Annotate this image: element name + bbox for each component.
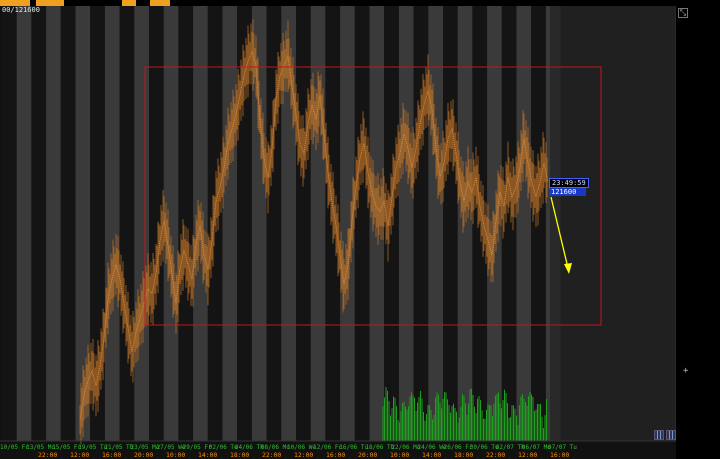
- price-axis[interactable]: [676, 0, 720, 459]
- chart-header-text: 00/121600: [2, 6, 40, 14]
- top-toolbar: [0, 0, 720, 6]
- date-label: 16/06 Tu: [339, 444, 368, 451]
- time-label: 22:00: [38, 451, 57, 459]
- time-label: 12:00: [518, 451, 537, 459]
- background-stripe: [16, 6, 32, 441]
- background-stripe: [46, 6, 61, 441]
- date-label: 23/05 Mo: [130, 444, 159, 451]
- date-label: 10/05 Fr: [0, 444, 29, 451]
- time-label: 18:00: [454, 451, 473, 459]
- time-label: 16:00: [102, 451, 121, 459]
- date-label: 26/06 Fr: [444, 444, 473, 451]
- background-stripe: [310, 6, 326, 441]
- toolbar-tab[interactable]: [36, 0, 64, 6]
- date-label: 08/06 Mo: [261, 444, 290, 451]
- time-label: 18:00: [230, 451, 249, 459]
- cursor-time-label: 23:49:59: [549, 178, 589, 188]
- background-stripe: [222, 6, 238, 441]
- cursor-price-label: 121600: [549, 188, 587, 196]
- time-label: 10:00: [166, 451, 185, 459]
- background-stripe: [398, 6, 414, 441]
- time-label: 12:00: [294, 451, 313, 459]
- background-stripe: [428, 6, 443, 441]
- background-stripe: [119, 6, 135, 441]
- date-label: 07/07 Tu: [548, 444, 577, 451]
- date-label: 22/06 Mo: [391, 444, 420, 451]
- background-stripe: [516, 6, 532, 441]
- date-label: 04/06 Th: [235, 444, 264, 451]
- background-stripe: [31, 6, 47, 441]
- background-stripe: [531, 6, 546, 441]
- resize-icon[interactable]: ⤡: [678, 8, 688, 18]
- date-label: 13/05 Mo: [26, 444, 55, 451]
- time-label: 16:00: [550, 451, 569, 459]
- background-stripe: [2, 6, 17, 441]
- background-stripe: [149, 6, 164, 441]
- background-stripe: [457, 6, 473, 441]
- time-label: 22:00: [486, 451, 505, 459]
- background-stripe: [178, 6, 194, 441]
- crosshair-icon[interactable]: +: [683, 366, 688, 376]
- background-stripe: [134, 6, 149, 441]
- time-label: 14:00: [198, 451, 217, 459]
- date-label: 21/05 Th: [104, 444, 133, 451]
- future-area: [550, 6, 676, 441]
- date-label: 30/06 Tu: [470, 444, 499, 451]
- time-label: 22:00: [262, 451, 281, 459]
- date-label: 12/06 Fr: [313, 444, 342, 451]
- date-label: 27/05 We: [157, 444, 186, 451]
- price-chart[interactable]: 1292001290001288001286001284001282001280…: [0, 0, 720, 459]
- date-label: 19/05 Tu: [78, 444, 107, 451]
- background-stripe: [60, 6, 76, 441]
- background-stripe: [296, 6, 311, 441]
- time-label: 10:00: [390, 451, 409, 459]
- time-label: 12:00: [70, 451, 89, 459]
- date-label: 06/07 Mo: [522, 444, 551, 451]
- background-stripe: [237, 6, 252, 441]
- time-label: 16:00: [326, 451, 345, 459]
- date-label: 29/05 Fr: [183, 444, 212, 451]
- toolbar-tab[interactable]: [122, 0, 136, 6]
- time-label: 20:00: [358, 451, 377, 459]
- time-label: 20:00: [134, 451, 153, 459]
- date-label: 24/06 We: [418, 444, 447, 451]
- date-label: 15/05 Fr: [52, 444, 81, 451]
- layout-grid-icon[interactable]: [654, 430, 678, 442]
- toolbar-tab[interactable]: [150, 0, 170, 6]
- date-label: 18/06 Th: [365, 444, 394, 451]
- date-label: 02/07 Th: [496, 444, 525, 451]
- background-stripe: [104, 6, 120, 441]
- date-label: 02/06 Tu: [209, 444, 238, 451]
- date-label: 10/06 We: [287, 444, 316, 451]
- background-stripe: [443, 6, 458, 441]
- trading-chart-window: 1292001290001288001286001284001282001280…: [0, 0, 720, 459]
- background-stripe: [354, 6, 370, 441]
- background-stripe: [193, 6, 208, 441]
- time-label: 14:00: [422, 451, 441, 459]
